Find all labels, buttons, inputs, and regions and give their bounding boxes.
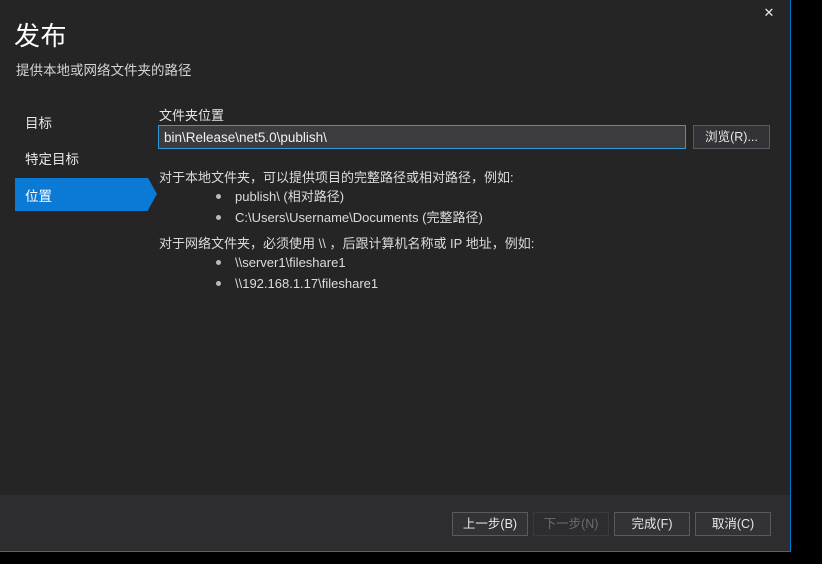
- bullet-icon: [216, 260, 221, 265]
- network-folder-examples: \\server1\fileshare1 \\192.168.1.17\file…: [159, 252, 378, 294]
- sidebar-item-label: 目标: [25, 115, 52, 131]
- cancel-button[interactable]: 取消(C): [695, 512, 771, 536]
- list-item: C:\Users\Username\Documents (完整路径): [159, 207, 483, 228]
- list-item: \\server1\fileshare1: [159, 252, 378, 273]
- list-item: \\192.168.1.17\fileshare1: [159, 273, 378, 294]
- selection-arrow-icon: [148, 178, 157, 210]
- bullet-icon: [216, 194, 221, 199]
- dialog-titlebar: ✕: [0, 0, 790, 30]
- sidebar-item-label: 位置: [25, 188, 52, 204]
- local-folder-examples: publish\ (相对路径) C:\Users\Username\Docume…: [159, 186, 483, 228]
- local-folder-description: 对于本地文件夹，可以提供项目的完整路径或相对路径，例如:: [159, 170, 514, 185]
- finish-button[interactable]: 完成(F): [614, 512, 690, 536]
- bullet-icon: [216, 215, 221, 220]
- wizard-sidebar: 目标 特定目标 位置: [0, 105, 157, 495]
- folder-location-label: 文件夹位置: [159, 108, 225, 123]
- list-item-label: \\192.168.1.17\fileshare1: [235, 276, 379, 291]
- bullet-icon: [216, 281, 221, 286]
- sidebar-item-label: 特定目标: [25, 151, 79, 167]
- page-title: 发布: [14, 21, 68, 51]
- next-button: 下一步(N): [533, 512, 609, 536]
- close-icon[interactable]: ✕: [752, 0, 786, 26]
- back-button[interactable]: 上一步(B): [452, 512, 528, 536]
- sidebar-item-target[interactable]: 目标: [15, 105, 148, 138]
- list-item: publish\ (相对路径): [159, 186, 483, 207]
- network-folder-description: 对于网络文件夹，必须使用 \\ ，后跟计算机名称或 IP 地址，例如:: [159, 236, 535, 251]
- folder-location-input[interactable]: [158, 125, 686, 149]
- folder-location-row: 浏览(R)...: [158, 125, 770, 149]
- list-item-label: publish\ (相对路径): [235, 189, 345, 204]
- list-item-label: \\server1\fileshare1: [235, 255, 346, 270]
- publish-dialog: ✕ 发布 提供本地或网络文件夹的路径 目标 特定目标 位置 文件夹位置 浏览(R…: [0, 0, 791, 552]
- browse-button[interactable]: 浏览(R)...: [693, 125, 770, 149]
- sidebar-item-specific-target[interactable]: 特定目标: [15, 141, 148, 174]
- sidebar-item-location[interactable]: 位置: [15, 178, 157, 211]
- page-subtitle: 提供本地或网络文件夹的路径: [16, 63, 192, 78]
- list-item-label: C:\Users\Username\Documents (完整路径): [235, 210, 483, 225]
- dialog-footer: 上一步(B) 下一步(N) 完成(F) 取消(C): [0, 495, 790, 551]
